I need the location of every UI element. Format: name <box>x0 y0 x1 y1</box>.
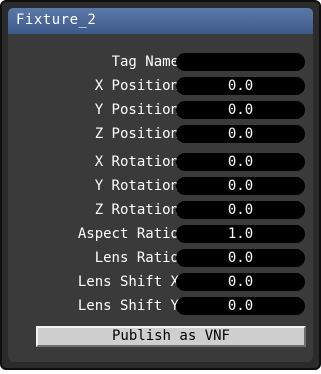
tag-name-field[interactable] <box>176 53 305 71</box>
x-position-row: X Position 0.0 <box>8 76 313 96</box>
aspect-ratio-field[interactable]: 1.0 <box>176 225 305 243</box>
lens-shift-x-field[interactable]: 0.0 <box>176 273 305 291</box>
publish-vnf-button[interactable]: Publish as VNF <box>36 326 306 347</box>
x-rotation-row: X Rotation 0.0 <box>8 152 313 172</box>
lens-ratio-label: Lens Ratio <box>94 250 179 266</box>
tag-name-row: Tag Name <box>8 52 313 72</box>
x-position-label: X Position <box>94 78 179 94</box>
z-position-label: Z Position <box>94 126 179 142</box>
y-position-field[interactable]: 0.0 <box>176 101 305 119</box>
z-rotation-row: Z Rotation 0.0 <box>8 200 313 220</box>
panel-body: Tag Name X Position 0.0 Y Position 0.0 Z… <box>8 34 313 362</box>
z-position-field[interactable]: 0.0 <box>176 125 305 143</box>
lens-ratio-field[interactable]: 0.0 <box>176 249 305 267</box>
lens-shift-y-label: Lens Shift Y <box>77 298 179 314</box>
x-rotation-field[interactable]: 0.0 <box>176 153 305 171</box>
z-rotation-field[interactable]: 0.0 <box>176 201 305 219</box>
fixture-panel: Fixture_2 Tag Name X Position 0.0 Y Posi… <box>0 0 321 370</box>
lens-shift-x-row: Lens Shift X 0.0 <box>8 272 313 292</box>
lens-shift-y-row: Lens Shift Y 0.0 <box>8 296 313 316</box>
panel-title: Fixture_2 <box>16 12 97 28</box>
lens-shift-y-field[interactable]: 0.0 <box>176 297 305 315</box>
tag-name-label: Tag Name <box>111 54 179 70</box>
lens-ratio-row: Lens Ratio 0.0 <box>8 248 313 268</box>
x-position-field[interactable]: 0.0 <box>176 77 305 95</box>
aspect-ratio-label: Aspect Ratio <box>77 226 179 242</box>
z-rotation-label: Z Rotation <box>94 202 179 218</box>
y-position-label: Y Position <box>94 102 179 118</box>
lens-shift-x-label: Lens Shift X <box>77 274 179 290</box>
y-position-row: Y Position 0.0 <box>8 100 313 120</box>
x-rotation-label: X Rotation <box>94 154 179 170</box>
y-rotation-row: Y Rotation 0.0 <box>8 176 313 196</box>
aspect-ratio-row: Aspect Ratio 1.0 <box>8 224 313 244</box>
title-bar[interactable]: Fixture_2 <box>8 8 313 36</box>
z-position-row: Z Position 0.0 <box>8 124 313 144</box>
y-rotation-field[interactable]: 0.0 <box>176 177 305 195</box>
y-rotation-label: Y Rotation <box>94 178 179 194</box>
